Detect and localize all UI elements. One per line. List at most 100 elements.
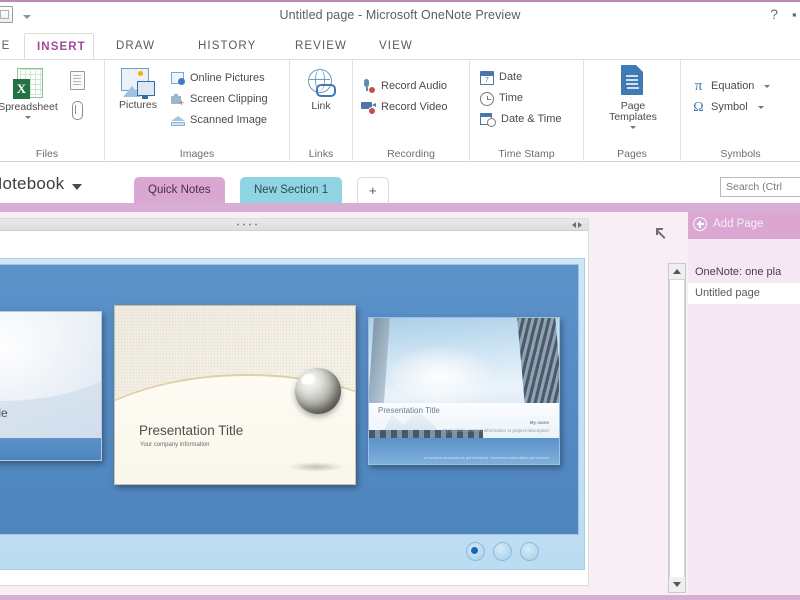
record-audio-icon bbox=[361, 79, 376, 94]
page-list-panel: Add Page OneNote: one pla Untitled page bbox=[688, 212, 800, 600]
expand-page-icon[interactable] bbox=[656, 228, 670, 242]
equation-pi-icon: π bbox=[694, 78, 703, 94]
tab-view[interactable]: VIEW bbox=[367, 33, 419, 60]
excel-spreadsheet-icon: X bbox=[13, 68, 43, 100]
equation-button[interactable]: π Equation bbox=[691, 76, 771, 97]
content-handle-bar[interactable] bbox=[0, 219, 588, 231]
onenote-window: Untitled page - Microsoft OneNote Previe… bbox=[0, 0, 800, 600]
section-tab-quick-notes[interactable]: Quick Notes bbox=[134, 177, 225, 203]
page-scrollbar[interactable] bbox=[668, 263, 686, 593]
page-panel-header: Add Page bbox=[688, 212, 800, 239]
slide-reflection-band: or location destructions get technical /… bbox=[369, 437, 559, 464]
page-templates-button[interactable]: Page Templates bbox=[600, 65, 666, 129]
ribbon-group-images: Pictures Online Pictures + Screen Clippi… bbox=[105, 60, 290, 162]
pictures-button[interactable]: Pictures bbox=[109, 68, 167, 111]
cloud-shape bbox=[391, 344, 499, 403]
page-list-item-onenote[interactable]: OneNote: one pla bbox=[688, 262, 800, 283]
notebook-nav-bar: Notebook Quick Notes New Section 1 + Sea… bbox=[0, 162, 800, 212]
add-page-icon bbox=[693, 217, 707, 231]
scroll-down-arrow[interactable] bbox=[669, 577, 685, 592]
screen-clipping-button[interactable]: + Screen Clipping bbox=[171, 89, 268, 110]
scanned-image-icon bbox=[171, 115, 185, 127]
record-video-icon bbox=[361, 100, 376, 115]
slide-carousel: Presentation Title ly company informatio… bbox=[0, 264, 579, 535]
time-button[interactable]: Time bbox=[480, 88, 562, 109]
ribbon-group-links: Link Links bbox=[290, 60, 353, 162]
ribbon-group-pages: Page Templates Pages bbox=[584, 60, 681, 162]
slide-subtitle: Your company information bbox=[140, 442, 210, 448]
pager-dot-2[interactable] bbox=[493, 542, 512, 561]
group-label-recording: Recording bbox=[387, 148, 435, 160]
slide-author-name: My name bbox=[529, 420, 549, 426]
group-label-time-stamp: Time Stamp bbox=[498, 148, 555, 160]
slide-cream-sphere[interactable]: Presentation Title Your company informat… bbox=[114, 305, 356, 485]
attach-file-button[interactable] bbox=[72, 101, 83, 125]
date-time-icon bbox=[480, 112, 496, 127]
ribbon-display-options-icon[interactable]: ▪ bbox=[792, 8, 800, 21]
group-label-images: Images bbox=[179, 148, 215, 160]
ribbon-group-files: X Spreadsheet Files bbox=[0, 60, 105, 162]
content-handle-dots[interactable] bbox=[237, 223, 261, 226]
symbol-button[interactable]: Ω Symbol bbox=[691, 97, 770, 118]
search-input[interactable]: Search (Ctrl bbox=[720, 177, 800, 197]
glass-sphere-image bbox=[295, 368, 341, 414]
group-label-pages: Pages bbox=[617, 148, 647, 160]
add-section-button[interactable]: + bbox=[357, 177, 389, 203]
section-tab-new-section-1[interactable]: New Section 1 bbox=[240, 177, 343, 203]
date-button[interactable]: 7 Date bbox=[480, 67, 562, 88]
slide-title: Presentation Title bbox=[0, 406, 8, 420]
clock-icon bbox=[480, 91, 494, 106]
online-pictures-icon bbox=[171, 72, 185, 85]
record-audio-button[interactable]: Record Audio bbox=[361, 76, 447, 97]
date-time-button[interactable]: Date & Time bbox=[480, 109, 562, 130]
chevron-down-icon[interactable] bbox=[630, 126, 636, 129]
tab-draw[interactable]: DRAW bbox=[104, 33, 166, 60]
bottom-accent-band bbox=[0, 595, 800, 600]
right-tower-image bbox=[516, 318, 559, 409]
add-page-label: Add Page bbox=[713, 218, 764, 230]
scroll-up-arrow[interactable] bbox=[669, 264, 685, 279]
chevron-down-icon[interactable] bbox=[72, 183, 83, 190]
file-printout-button[interactable] bbox=[70, 71, 85, 95]
add-page-button[interactable]: Add Page bbox=[693, 217, 764, 231]
slide-pager bbox=[466, 542, 539, 561]
notebook-selector[interactable]: Notebook bbox=[0, 174, 83, 194]
pictures-icon bbox=[121, 68, 155, 99]
help-icon[interactable]: ? bbox=[770, 7, 778, 21]
page-templates-icon bbox=[618, 65, 648, 99]
chevron-down-icon[interactable] bbox=[25, 116, 31, 119]
link-button[interactable]: Link bbox=[290, 68, 352, 112]
horizontal-resize-arrows[interactable] bbox=[572, 222, 582, 228]
ribbon-group-symbols: π Equation Ω Symbol Symbols bbox=[681, 60, 800, 162]
online-pictures-button[interactable]: Online Pictures bbox=[171, 68, 268, 89]
slide-buildings[interactable]: Presentation Title My name My position, … bbox=[368, 317, 560, 465]
tab-review[interactable]: REVIEW bbox=[283, 33, 357, 60]
embedded-presentation-viewer[interactable]: Presentation Title ly company informatio… bbox=[0, 258, 585, 570]
slide-author-position: My position, contact information or proj… bbox=[442, 427, 549, 433]
ribbon-insert-panel: X Spreadsheet Files Pictures Online Pict… bbox=[0, 60, 800, 162]
slide-footer: at anothed explanatio www.thetemplate.co… bbox=[0, 438, 101, 460]
link-globe-icon bbox=[306, 68, 336, 99]
tab-insert[interactable]: INSERT bbox=[24, 33, 94, 60]
tab-history[interactable]: HISTORY bbox=[186, 33, 268, 60]
chevron-down-icon[interactable] bbox=[757, 106, 764, 109]
title-bar-controls: ? ▪ bbox=[770, 7, 800, 21]
slide-blue-gradient[interactable]: Presentation Title ly company informatio… bbox=[0, 311, 102, 461]
tab-file[interactable]: E bbox=[0, 33, 20, 60]
screen-clipping-icon: + bbox=[171, 93, 185, 107]
ribbon-group-recording: Record Audio Record Video Recording bbox=[353, 60, 470, 162]
calendar-icon: 7 bbox=[480, 70, 494, 85]
ribbon-group-time-stamp: 7 Date Time Date & Time Time Stamp bbox=[470, 60, 584, 162]
chevron-down-icon[interactable] bbox=[764, 85, 771, 88]
scrollbar-thumb[interactable] bbox=[669, 279, 685, 579]
symbol-omega-icon: Ω bbox=[693, 100, 704, 115]
nav-accent-band bbox=[0, 203, 800, 212]
scanned-image-button[interactable]: Scanned Image bbox=[171, 110, 268, 131]
page-list-item-untitled[interactable]: Untitled page bbox=[688, 283, 800, 304]
pager-dot-3[interactable] bbox=[520, 542, 539, 561]
spreadsheet-button[interactable]: X Spreadsheet bbox=[0, 68, 60, 119]
pager-dot-1[interactable] bbox=[466, 542, 485, 561]
title-bar: Untitled page - Microsoft OneNote Previe… bbox=[0, 0, 800, 33]
window-title: Untitled page - Microsoft OneNote Previe… bbox=[279, 8, 521, 22]
record-video-button[interactable]: Record Video bbox=[361, 97, 447, 118]
